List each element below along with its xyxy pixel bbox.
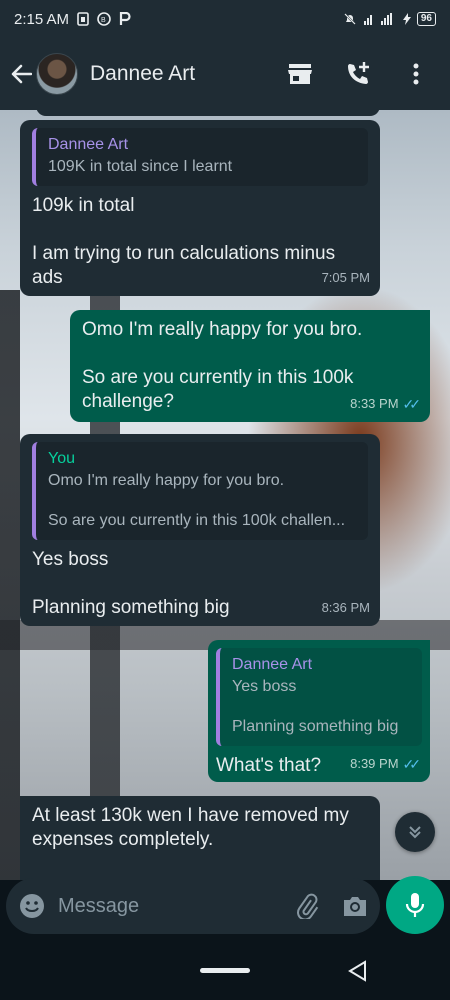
camera-icon [344,897,366,916]
more-options-button[interactable] [402,60,430,88]
message-composer [6,878,380,934]
double-chevron-down-icon [409,826,421,839]
mute-bell-icon [343,12,357,26]
quote-author: Dannee Art [232,656,313,673]
paperclip-icon [297,893,319,919]
message-text: At least 130k wen I have removed my expe… [32,805,355,850]
message-bubble-outgoing[interactable]: Omo I'm really happy for you bro. So are… [70,310,430,422]
message-bubble-incoming[interactable]: At least 130k wen I have removed my expe… [20,796,380,880]
sim-card-icon [77,12,89,26]
home-gesture-pill[interactable] [200,967,250,973]
message-time: 8:33 PM [350,396,399,411]
read-ticks-icon: ✓✓ [402,396,422,412]
quoted-message[interactable]: Dannee Art Yes boss Planning something b… [216,648,422,746]
quote-line: Planning something big [232,718,399,735]
message-time: 8:36 PM [321,600,370,615]
signal-icon [363,12,397,26]
catalog-button[interactable] [286,60,314,88]
message-bubble-outgoing[interactable]: Dannee Art Yes boss Planning something b… [208,640,430,782]
attach-button[interactable] [294,893,320,919]
message-meta: 8:36 PM [322,596,370,620]
emoji-button[interactable] [18,892,46,920]
quote-line: Omo I'm really happy for you bro. [48,472,285,489]
quote-line: So are you currently in this 100k challe… [48,512,346,529]
nav-back-icon[interactable] [347,960,369,982]
read-ticks-icon: ✓✓ [402,756,422,772]
partial-message-bubble [36,110,380,116]
scroll-to-bottom-button[interactable] [395,812,435,852]
system-nav-bar [0,940,450,1000]
battery-level: 96 [416,12,436,26]
message-meta: 7:05 PM [322,266,370,290]
microphone-icon [405,893,425,917]
message-bubble-incoming[interactable]: You Omo I'm really happy for you bro. So… [20,434,380,626]
voice-call-button[interactable] [344,60,372,88]
add-call-icon [348,62,369,84]
contact-avatar[interactable] [36,53,78,95]
camera-button[interactable] [342,894,368,918]
message-time: 8:39 PM [350,756,399,771]
message-meta: 8:33 PM ✓✓ [350,392,422,416]
contact-name[interactable]: Dannee Art [90,62,195,86]
quote-author: Dannee Art [48,136,129,153]
svg-text:B: B [101,17,106,24]
message-time: 7:05 PM [321,270,370,285]
more-vert-icon [413,63,419,85]
quote-author: You [48,450,75,467]
chat-header: Dannee Art [0,38,450,110]
p-app-icon [119,12,131,26]
quote-line: Yes boss [232,678,297,695]
back-button[interactable] [8,54,34,94]
quote-text: 109K in total since I learnt [48,158,233,175]
chat-area[interactable]: Dannee Art 109K in total since I learnt … [0,110,450,880]
emoji-icon [20,894,44,918]
message-bubble-incoming[interactable]: Dannee Art 109K in total since I learnt … [20,120,380,296]
message-meta: 8:39 PM ✓✓ [350,752,422,776]
status-bar: 2:15 AM B 96 [0,0,450,38]
message-text: Yes boss Planning something big [32,549,230,618]
store-icon [288,64,312,84]
quoted-message[interactable]: Dannee Art 109K in total since I learnt [32,128,368,186]
back-arrow-icon [11,64,32,84]
voice-message-button[interactable] [386,876,444,934]
message-input[interactable] [58,894,258,918]
message-text: 109k in total I am trying to run calcula… [32,195,336,288]
quoted-message[interactable]: You Omo I'm really happy for you bro. So… [32,442,368,540]
whatsapp-business-icon: B [97,12,111,26]
charging-icon [402,13,411,25]
status-time: 2:15 AM [14,10,70,28]
